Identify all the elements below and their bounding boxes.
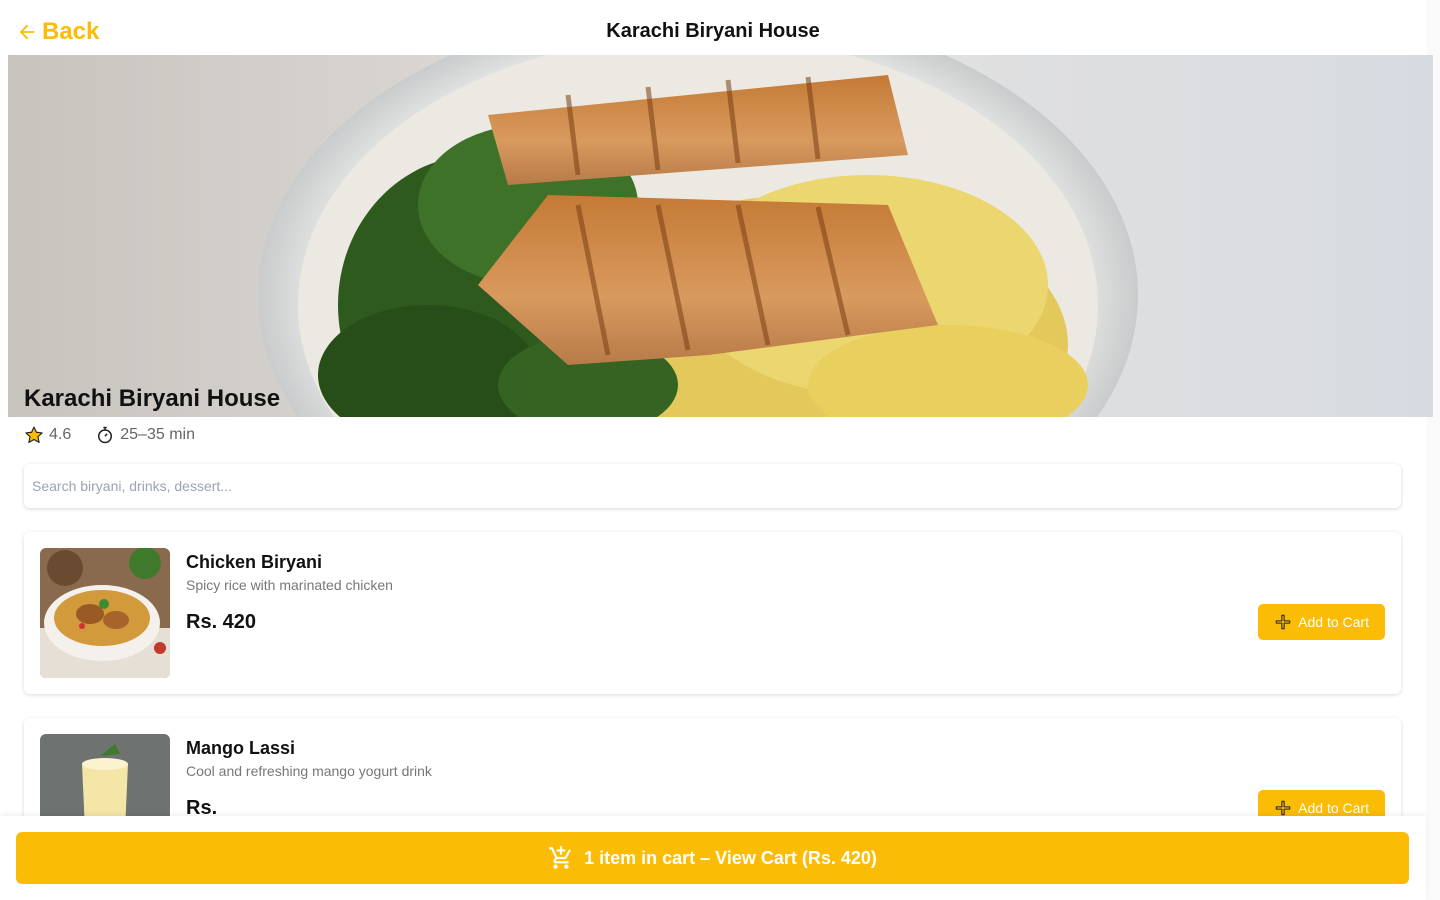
cart-bar: 1 item in cart – View Cart (Rs. 420) — [0, 816, 1426, 900]
menu-item-description: Spicy rice with marinated chicken — [186, 577, 393, 593]
search-input[interactable] — [32, 464, 1401, 508]
chicken-biryani-image — [40, 548, 170, 678]
plus-icon — [1275, 800, 1291, 816]
cart-add-icon — [549, 846, 572, 869]
view-cart-button[interactable]: 1 item in cart – View Cart (Rs. 420) — [16, 832, 1409, 884]
add-to-cart-label: Add to Cart — [1298, 614, 1369, 630]
delivery-time-value: 25–35 min — [120, 426, 195, 443]
menu-item-card: Chicken Biryani Spicy rice with marinate… — [24, 532, 1401, 694]
rating: 4.6 — [24, 425, 71, 445]
hero-food-image — [8, 55, 1433, 417]
restaurant-hero: Karachi Biryani House — [8, 55, 1433, 417]
restaurant-name: Karachi Biryani House — [24, 385, 281, 412]
top-bar: Back Karachi Biryani House — [0, 0, 1426, 55]
rating-value: 4.6 — [49, 426, 72, 443]
menu-item-price: Rs. 420 — [186, 611, 257, 633]
restaurant-meta: 4.6 25–35 min — [24, 424, 195, 446]
add-to-cart-button[interactable]: Add to Cart — [1258, 604, 1385, 640]
page-title: Karachi Biryani House — [606, 20, 820, 42]
add-to-cart-label: Add to Cart — [1298, 800, 1369, 816]
stopwatch-icon — [98, 426, 113, 444]
star-icon — [25, 426, 43, 443]
search-box — [24, 464, 1401, 508]
delivery-time: 25–35 min — [95, 425, 195, 445]
menu-item-name: Mango Lassi — [186, 738, 296, 758]
menu-item-description: Cool and refreshing mango yogurt drink — [186, 763, 432, 779]
menu-item-image — [40, 548, 170, 678]
plus-icon — [1275, 614, 1291, 630]
menu-item-name: Chicken Biryani — [186, 552, 323, 572]
view-cart-label: 1 item in cart – View Cart (Rs. 420) — [584, 847, 877, 868]
